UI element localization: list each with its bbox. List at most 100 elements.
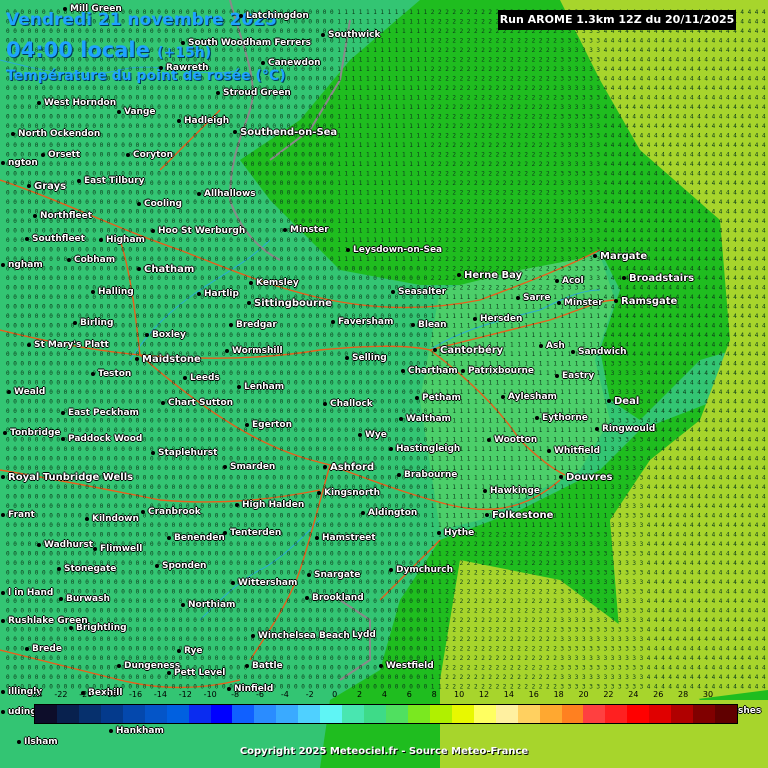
grid-value: 4 [748, 95, 752, 102]
grid-value: 1 [344, 180, 348, 187]
grid-value: 0 [330, 104, 334, 111]
grid-value: 3 [589, 275, 593, 282]
grid-value: 0 [236, 142, 240, 149]
grid-value: 0 [301, 104, 305, 111]
grid-value: 1 [452, 294, 456, 301]
grid-value: 0 [330, 256, 334, 263]
grid-value: 0 [49, 389, 53, 396]
grid-value: 1 [388, 104, 392, 111]
grid-value: 0 [128, 389, 132, 396]
grid-value: 2 [553, 256, 557, 263]
grid-value: 2 [481, 285, 485, 292]
grid-value: 4 [661, 85, 665, 92]
grid-value: 0 [28, 190, 32, 197]
grid-value: 0 [136, 342, 140, 349]
grid-value: 4 [740, 180, 744, 187]
grid-value: 4 [726, 209, 730, 216]
grid-value: 0 [6, 104, 10, 111]
grid-value: 0 [100, 304, 104, 311]
grid-value: 2 [553, 114, 557, 121]
grid-value: 0 [316, 76, 320, 83]
grid-value: 4 [733, 389, 737, 396]
grid-value: 2 [532, 228, 536, 235]
grid-value: 4 [654, 161, 658, 168]
grid-value: 0 [409, 380, 413, 387]
grid-value: 3 [596, 228, 600, 235]
grid-value: 2 [460, 95, 464, 102]
grid-value: 4 [690, 190, 694, 197]
grid-value: 3 [575, 76, 579, 83]
grid-value: 4 [712, 294, 716, 301]
grid-value: 2 [517, 57, 521, 64]
grid-value: 4 [748, 294, 752, 301]
grid-value: 0 [330, 171, 334, 178]
grid-value: 1 [402, 209, 406, 216]
grid-value: 0 [373, 266, 377, 273]
grid-value: 0 [157, 256, 161, 263]
grid-value: 1 [366, 133, 370, 140]
grid-value: 0 [344, 437, 348, 444]
grid-value: 0 [316, 446, 320, 453]
grid-value: 1 [352, 161, 356, 168]
grid-value: 1 [337, 47, 341, 54]
grid-value: 1 [560, 361, 564, 368]
grid-value: 0 [294, 180, 298, 187]
grid-value: 2 [467, 57, 471, 64]
grid-value: 0 [244, 47, 248, 54]
grid-value: 2 [488, 76, 492, 83]
grid-value: 0 [388, 342, 392, 349]
grid-value: 1 [416, 85, 420, 92]
grid-value: 4 [755, 19, 759, 26]
grid-value: 1 [553, 351, 557, 358]
grid-value: 0 [157, 427, 161, 434]
grid-value: 4 [654, 76, 658, 83]
grid-value: 0 [208, 266, 212, 273]
grid-value: 4 [748, 351, 752, 358]
grid-value: 4 [632, 342, 636, 349]
grid-value: 0 [330, 237, 334, 244]
grid-value: 4 [683, 313, 687, 320]
grid-value: 1 [359, 171, 363, 178]
grid-value: 1 [402, 190, 406, 197]
grid-value: 4 [661, 266, 665, 273]
grid-value: 4 [654, 247, 658, 254]
grid-value: 4 [740, 95, 744, 102]
grid-value: 0 [13, 456, 17, 463]
grid-value: 0 [13, 380, 17, 387]
grid-value: 0 [186, 418, 190, 425]
grid-value: 4 [740, 123, 744, 130]
grid-value: 0 [229, 142, 233, 149]
grid-value: 4 [719, 256, 723, 263]
grid-value: 0 [6, 237, 10, 244]
grid-value: 4 [719, 85, 723, 92]
grid-value: 0 [143, 190, 147, 197]
grid-value: 2 [467, 66, 471, 73]
grid-value: 1 [395, 47, 399, 54]
grid-value: 4 [712, 275, 716, 282]
grid-value: 0 [64, 114, 68, 121]
grid-value: 0 [28, 228, 32, 235]
grid-value: 0 [388, 399, 392, 406]
grid-value: 2 [438, 9, 442, 16]
grid-value: 4 [762, 304, 766, 311]
grid-value: 0 [215, 237, 219, 244]
grid-value: 0 [157, 408, 161, 415]
grid-value: 1 [366, 209, 370, 216]
grid-value: 4 [755, 266, 759, 273]
grid-value: 0 [186, 304, 190, 311]
grid-value: 1 [424, 66, 428, 73]
grid-value: 0 [330, 266, 334, 273]
grid-value: 0 [186, 237, 190, 244]
grid-value: 4 [755, 104, 759, 111]
grid-value: 4 [697, 142, 701, 149]
grid-value: 1 [467, 323, 471, 330]
grid-value: 0 [71, 199, 75, 206]
grid-value: 1 [553, 313, 557, 320]
grid-value: 0 [193, 437, 197, 444]
grid-value: 0 [294, 418, 298, 425]
grid-value: 4 [755, 380, 759, 387]
grid-value: 0 [294, 142, 298, 149]
grid-value: 4 [618, 66, 622, 73]
grid-value: 0 [272, 199, 276, 206]
grid-value: 4 [740, 228, 744, 235]
